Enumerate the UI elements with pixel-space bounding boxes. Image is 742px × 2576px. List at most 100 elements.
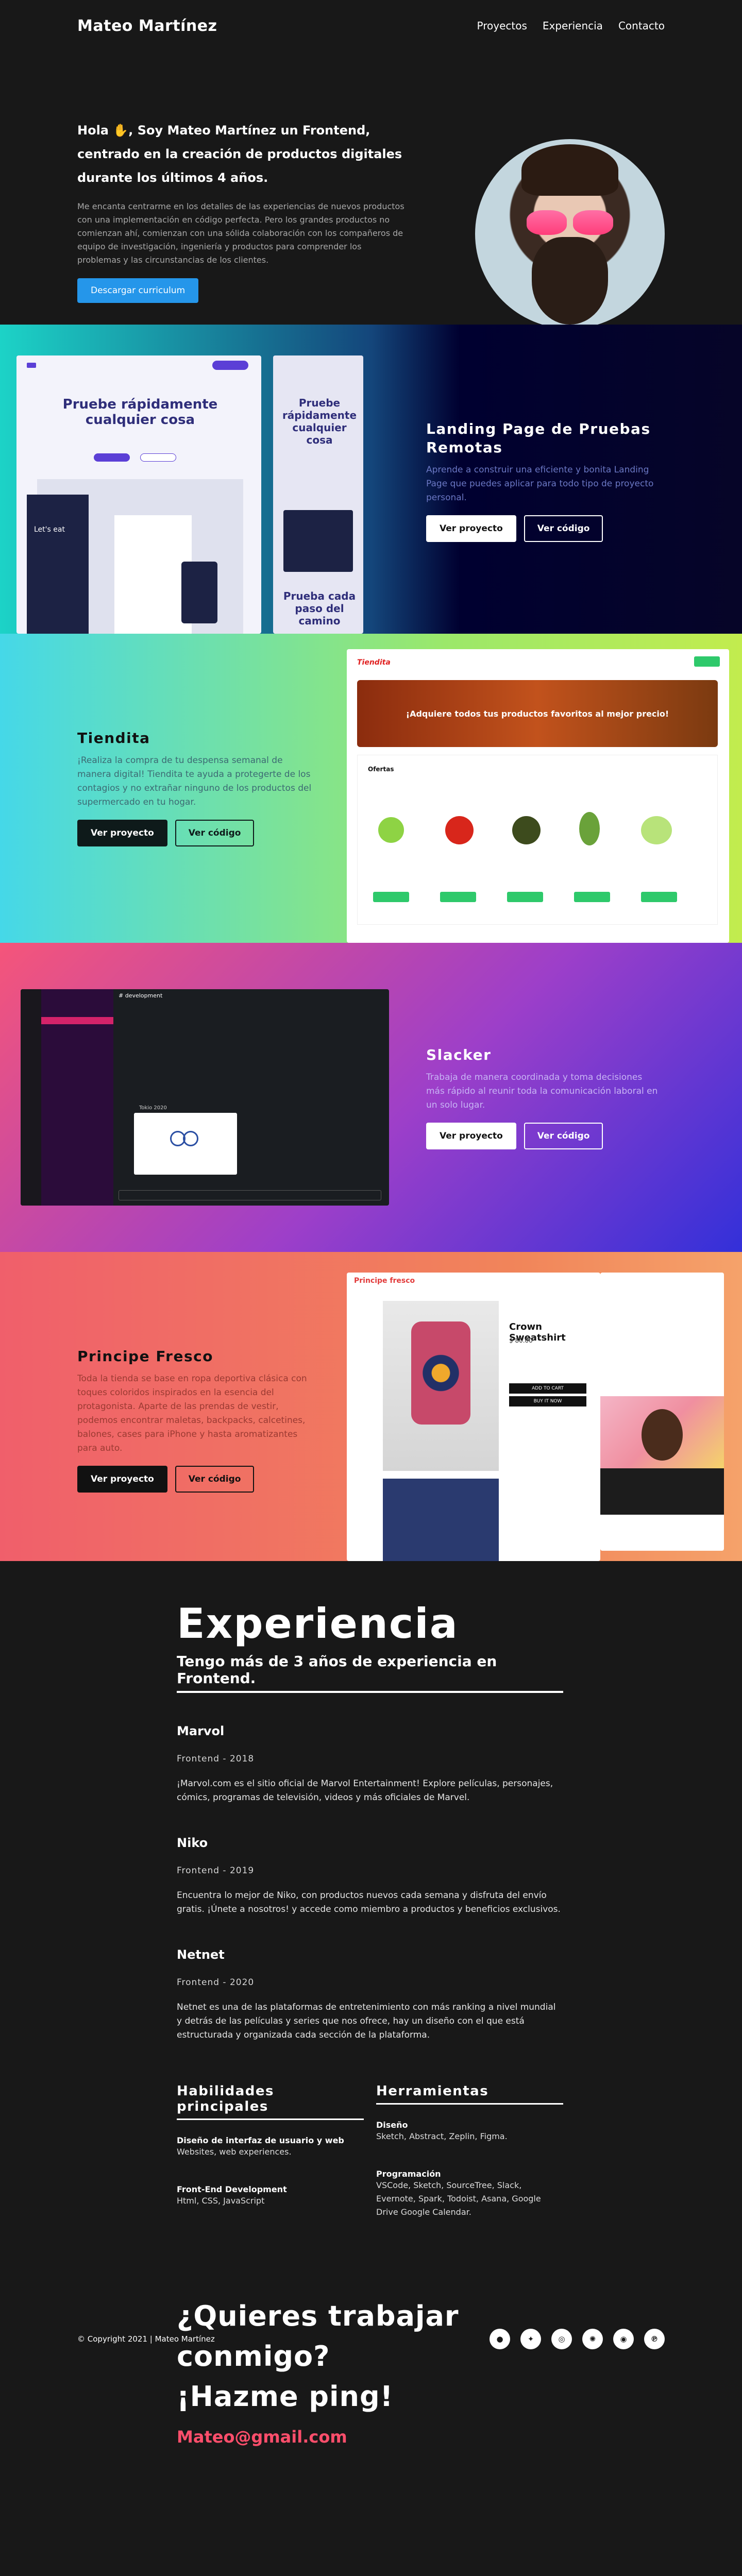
job-item: Niko Frontend - 2019 Encuentra lo mejor …: [177, 1836, 563, 1917]
view-project-button[interactable]: Ver proyecto: [77, 820, 167, 846]
sunglasses-left: [527, 210, 567, 235]
project-slacker: # development Tokio 2020 Slacker Trabaja…: [0, 943, 742, 1252]
project-remote-testing: Pruebe rápidamente cualquier cosa Let's …: [0, 325, 742, 634]
mock-banner: ¡Adquiere todos tus productos favoritos …: [357, 680, 718, 747]
skills-tools: Habilidades principales Diseño de interf…: [177, 2083, 742, 2219]
view-code-button[interactable]: Ver código: [175, 1466, 255, 1493]
mock-footer-mobile: Prueba cada paso del camino: [283, 590, 356, 627]
mock-active-channel: [41, 1017, 113, 1024]
contact-email-link[interactable]: Mateo@gmail.com: [177, 2427, 742, 2447]
job-date: Frontend - 2020: [177, 1977, 255, 1988]
project-title: Principe Fresco: [77, 1348, 213, 1365]
avatar-beard: [532, 237, 608, 325]
download-cv-button[interactable]: Descargar curriculum: [77, 278, 199, 303]
skill-title: Front-End Development: [177, 2184, 287, 2194]
nav-link-proyectos[interactable]: Proyectos: [477, 20, 527, 32]
hero-section: Hola ✋, Soy Mateo Martínez un Frontend, …: [0, 52, 742, 329]
mock-headline: Pruebe rápidamente cualquier cosa: [62, 397, 218, 428]
mock-button: [94, 453, 130, 462]
job-company: Netnet: [177, 1947, 225, 1962]
project-preview-slacker[interactable]: # development Tokio 2020: [21, 989, 389, 1206]
mock-phone-text: Let's eat: [34, 526, 65, 534]
mock-card: [114, 515, 192, 634]
skill-value: Websites, web experiences.: [177, 2147, 292, 2157]
project-preview-remote-mobile[interactable]: Pruebe rápidamente cualquier cosa Prueba…: [273, 355, 363, 634]
mock-person: [642, 1409, 683, 1461]
brand-name[interactable]: Mateo Martínez: [77, 17, 217, 35]
job-item: Netnet Frontend - 2020 Netnet es una de …: [177, 1947, 563, 2042]
view-code-button[interactable]: Ver código: [175, 820, 255, 846]
add-to-cart-pill: [574, 892, 610, 902]
mock-offers: Ofertas: [357, 755, 718, 925]
project-description: Aprende a construir una eficiente y boni…: [426, 465, 654, 503]
hero-description: Me encanta centrarme en los detalles de …: [77, 201, 404, 265]
mock-phone-mobile: [283, 510, 353, 572]
nav-link-contacto[interactable]: Contacto: [618, 20, 665, 32]
cart-icon: [694, 656, 720, 667]
mock-logo: Tiendita: [357, 658, 391, 667]
skill-item: Front-End Development Html, CSS, JavaScr…: [177, 2184, 364, 2208]
sweatshirt-shape: [411, 1321, 470, 1425]
olympic-ring: [183, 1131, 198, 1146]
skills-title: Habilidades principales: [177, 2083, 364, 2120]
job-item: Marvol Frontend - 2018 ¡Marvol.com es el…: [177, 1724, 563, 1805]
view-project-button[interactable]: Ver proyecto: [426, 1123, 516, 1149]
add-to-cart-pill: [440, 892, 476, 902]
mock-channel-name: # development: [119, 992, 163, 999]
view-code-button[interactable]: Ver código: [524, 515, 603, 542]
offers-title: Ofertas: [368, 766, 394, 773]
product-avocado: [512, 816, 541, 844]
product-lettuce: [579, 812, 600, 845]
tool-value: VSCode, Sketch, SourceTree, Slack, Evern…: [376, 2180, 541, 2217]
project-principe-fresco: Principe Fresco Toda la tienda se base e…: [0, 1252, 742, 1561]
job-company: Marvol: [177, 1724, 225, 1738]
project-preview-principe-side[interactable]: [600, 1273, 724, 1551]
view-project-button[interactable]: Ver proyecto: [426, 515, 516, 542]
hero-greeting: Hola ✋, Soy Mateo Martínez un Frontend, …: [77, 123, 402, 185]
mock-phone: Let's eat: [27, 495, 89, 634]
logo-icon: [27, 363, 36, 368]
tool-value: Sketch, Abstract, Zeplin, Figma.: [376, 2131, 508, 2141]
project-preview-remote[interactable]: Pruebe rápidamente cualquier cosa Let's …: [16, 355, 261, 634]
mock-logo: Principe fresco: [354, 1277, 415, 1285]
project-title: Slacker: [426, 1046, 492, 1063]
sunglasses-right: [573, 210, 613, 235]
product-tomato: [445, 816, 474, 844]
experience-subtitle: Tengo más de 3 años de experiencia en Fr…: [177, 1653, 563, 1693]
nav-link-experiencia[interactable]: Experiencia: [543, 20, 603, 32]
job-date: Frontend - 2019: [177, 1866, 255, 1876]
tools-column: Herramientas Diseño Sketch, Abstract, Ze…: [376, 2083, 563, 2219]
mock-cta-pill: [212, 361, 248, 370]
cta-line-2: conmigo?: [177, 2340, 330, 2372]
skills-column: Habilidades principales Diseño de interf…: [177, 2083, 364, 2219]
add-to-cart-pill: [507, 892, 543, 902]
project-preview-tiendita[interactable]: Tiendita ¡Adquiere todos tus productos f…: [347, 649, 729, 943]
project-title: Landing Page de Pruebas Remotas: [426, 420, 651, 456]
contact-cta: ¿Quieres trabajar conmigo? ¡Hazme ping! …: [177, 2296, 742, 2447]
experience-section: Experiencia Tengo más de 3 años de exper…: [0, 1561, 742, 2447]
mock-phone-small: [181, 562, 217, 623]
avatar: [475, 139, 665, 329]
mock-message-input: [119, 1190, 381, 1200]
project-preview-principe[interactable]: Principe fresco Crown Sweatshirt $ 80.00…: [347, 1273, 600, 1561]
nav-links: Proyectos Experiencia Contacto: [477, 20, 665, 32]
job-company: Niko: [177, 1836, 208, 1850]
view-code-button[interactable]: Ver código: [524, 1123, 603, 1149]
mock-product-photo: [383, 1301, 499, 1471]
avatar-hair: [521, 144, 618, 196]
mock-add-to-cart: ADD TO CART: [509, 1383, 586, 1394]
project-description: ¡Realiza la compra de tu despensa semana…: [77, 755, 312, 807]
cta-line-1: ¿Quieres trabajar: [177, 2300, 459, 2332]
mock-product-photo-2: [383, 1479, 499, 1561]
mock-image: [134, 1113, 237, 1175]
mock-button-outline: [140, 453, 176, 462]
mock-image-caption: Tokio 2020: [139, 1105, 167, 1111]
add-to-cart-pill: [373, 892, 409, 902]
project-tiendita: Tiendita ¡Realiza la compra de tu despen…: [0, 634, 742, 943]
view-project-button[interactable]: Ver proyecto: [77, 1466, 167, 1493]
project-description: Trabaja de manera coordinada y toma deci…: [426, 1072, 658, 1110]
mock-banner-text: ¡Adquiere todos tus productos favoritos …: [406, 708, 669, 719]
job-date: Frontend - 2018: [177, 1754, 255, 1764]
job-description: Netnet es una de las plataformas de entr…: [177, 2002, 556, 2040]
job-description: ¡Marvol.com es el sitio oficial de Marvo…: [177, 1778, 553, 1803]
